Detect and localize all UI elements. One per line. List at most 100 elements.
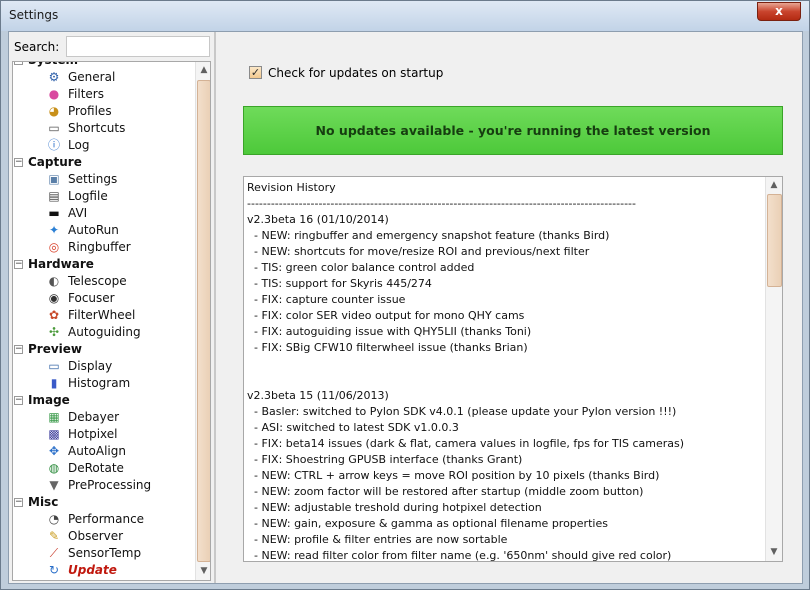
tree-item-label: AutoRun [68, 223, 119, 237]
tree-item-label: Autoguiding [68, 325, 141, 339]
tree-category-label: Misc [28, 495, 59, 509]
collapse-icon[interactable]: − [14, 498, 23, 507]
settings-window: Settings x Search: − System ⚙ General ● Filte… [0, 0, 810, 590]
filterwheel-icon: ✿ [48, 308, 60, 322]
tree-scroll-thumb[interactable] [197, 80, 210, 562]
tree-item-sensortemp[interactable]: ⟋ SensorTemp [13, 545, 195, 562]
tree-category-label: System [28, 62, 78, 67]
tree-category-system[interactable]: − System [13, 62, 195, 69]
tree-category-capture[interactable]: − Capture [13, 154, 195, 171]
history-line: - NEW: ringbuffer and emergency snapshot… [247, 229, 610, 242]
scroll-up-icon[interactable]: ▲ [766, 177, 782, 193]
bayer-grid-icon: ▦ [48, 410, 60, 424]
tree-item-autoalign[interactable]: ✥ AutoAlign [13, 443, 195, 460]
tree-item-hotpixel[interactable]: ▩ Hotpixel [13, 426, 195, 443]
color-wheel-icon: ● [48, 87, 60, 101]
tree-category-preview[interactable]: − Preview [13, 341, 195, 358]
tree-category-label: Capture [28, 155, 82, 169]
info-icon: ⓘ [47, 138, 60, 152]
history-line: - FIX: Shoestring GPUSB interface (thank… [247, 453, 523, 466]
history-line [247, 372, 762, 388]
tree-category-misc[interactable]: − Misc [13, 494, 195, 511]
tree-item-label: Performance [68, 512, 145, 526]
close-button[interactable]: x [757, 2, 801, 21]
collapse-icon[interactable]: − [14, 396, 23, 405]
search-input[interactable] [66, 36, 210, 57]
tree-item-observer[interactable]: ✎ Observer [13, 528, 195, 545]
tree-category-hardware[interactable]: − Hardware [13, 256, 195, 273]
panel-divider[interactable] [214, 32, 216, 583]
tree-category-image[interactable]: − Image [13, 392, 195, 409]
tree-item-display[interactable]: ▭ Display [13, 358, 195, 375]
tree-item-focuser[interactable]: ◉ Focuser [13, 290, 195, 307]
tree-item-general[interactable]: ⚙ General [13, 69, 195, 86]
history-line: - FIX: beta14 issues (dark & flat, camer… [247, 437, 685, 450]
speedometer-icon: ◔ [48, 512, 60, 526]
collapse-icon[interactable]: − [14, 260, 23, 269]
history-line: - TIS: support for Skyris 445/274 [247, 277, 432, 290]
revision-history-box[interactable]: Revision History ------------------------… [243, 176, 783, 562]
keyboard-icon: ▭ [48, 121, 60, 135]
tree-item-label: Histogram [68, 376, 131, 390]
tree-category-label: Hardware [28, 257, 94, 271]
tree-item-preprocessing[interactable]: ▼ PreProcessing [13, 477, 195, 494]
history-line: - ASI: switched to latest SDK v1.0.0.3 [247, 421, 459, 434]
history-line [247, 356, 762, 372]
settings-window-icon: ▣ [48, 172, 60, 186]
collapse-icon[interactable]: − [14, 345, 23, 354]
tree-item-filterwheel[interactable]: ✿ FilterWheel [13, 307, 195, 324]
history-line: v2.3beta 15 (11/06/2013) [247, 389, 389, 402]
tree-item-logfile[interactable]: ▤ Logfile [13, 188, 195, 205]
title-bar[interactable]: Settings x [1, 1, 809, 31]
tree-item-update[interactable]: ↻ Update [13, 562, 195, 579]
thermometer-icon: ⟋ [49, 546, 59, 560]
collapse-icon[interactable]: − [14, 158, 23, 167]
tree-item-autorun[interactable]: ✦ AutoRun [13, 222, 195, 239]
collapse-icon[interactable]: − [14, 62, 23, 65]
history-line: - NEW: CTRL + arrow keys = move ROI posi… [247, 469, 660, 482]
tree-item-settings[interactable]: ▣ Settings [13, 171, 195, 188]
history-line: - FIX: autoguiding issue with QHY5LII (t… [247, 325, 532, 338]
update-icon: ↻ [48, 563, 60, 577]
tree-item-performance[interactable]: ◔ Performance [13, 511, 195, 528]
running-man-icon: ✦ [48, 223, 60, 237]
tree-item-avi[interactable]: ▬ AVI [13, 205, 195, 222]
window-client-area: Search: − System ⚙ General ● Filters ◕ Profiles… [8, 31, 803, 584]
tree-item-histogram[interactable]: ▮ Histogram [13, 375, 195, 392]
tree-item-autoguiding[interactable]: ✣ Autoguiding [13, 324, 195, 341]
tree-item-telescope[interactable]: ◐ Telescope [13, 273, 195, 290]
globe-icon: ◍ [48, 461, 60, 475]
scroll-up-icon[interactable]: ▲ [196, 62, 210, 78]
history-scrollbar[interactable]: ▲ ▼ [765, 177, 782, 561]
tree-item-label: Filters [68, 87, 104, 101]
tree-item-label: Update [68, 563, 117, 577]
histogram-icon: ▮ [50, 376, 58, 390]
history-line: - NEW: gain, exposure & gamma as optiona… [247, 517, 608, 530]
tree-item-derotate[interactable]: ◍ DeRotate [13, 460, 195, 477]
tree-item-log[interactable]: ⓘ Log [13, 137, 195, 154]
check-updates-checkbox[interactable]: ✓ [249, 66, 262, 79]
history-line: - FIX: SBig CFW10 filterwheel issue (tha… [247, 341, 528, 354]
tree-category-label: Preview [28, 342, 83, 356]
tree-item-label: Hotpixel [68, 427, 118, 441]
history-line: - FIX: capture counter issue [247, 293, 406, 306]
history-line: - NEW: read filter color from filter nam… [247, 549, 672, 562]
tree-item-label: Focuser [68, 291, 115, 305]
window-title: Settings [9, 8, 59, 22]
tree-item-shortcuts[interactable]: ▭ Shortcuts [13, 120, 195, 137]
history-line: - NEW: shortcuts for move/resize ROI and… [247, 245, 590, 258]
tree-item-debayer[interactable]: ▦ Debayer [13, 409, 195, 426]
tree-item-label: Profiles [68, 104, 112, 118]
history-line: - FIX: color SER video output for mono Q… [247, 309, 525, 322]
gear-icon: ⚙ [48, 70, 60, 84]
history-line: - NEW: adjustable treshold during hotpix… [247, 501, 542, 514]
scroll-down-icon[interactable]: ▼ [766, 544, 782, 560]
tree-scrollbar[interactable]: ▲ ▼ [195, 62, 210, 580]
search-label: Search: [14, 40, 60, 54]
history-scroll-thumb[interactable] [767, 194, 782, 287]
tree-item-ringbuffer[interactable]: ◎ Ringbuffer [13, 239, 195, 256]
tree-item-profiles[interactable]: ◕ Profiles [13, 103, 195, 120]
tree-item-filters[interactable]: ● Filters [13, 86, 195, 103]
telescope-icon: ◐ [48, 274, 60, 288]
scroll-down-icon[interactable]: ▼ [196, 563, 210, 579]
